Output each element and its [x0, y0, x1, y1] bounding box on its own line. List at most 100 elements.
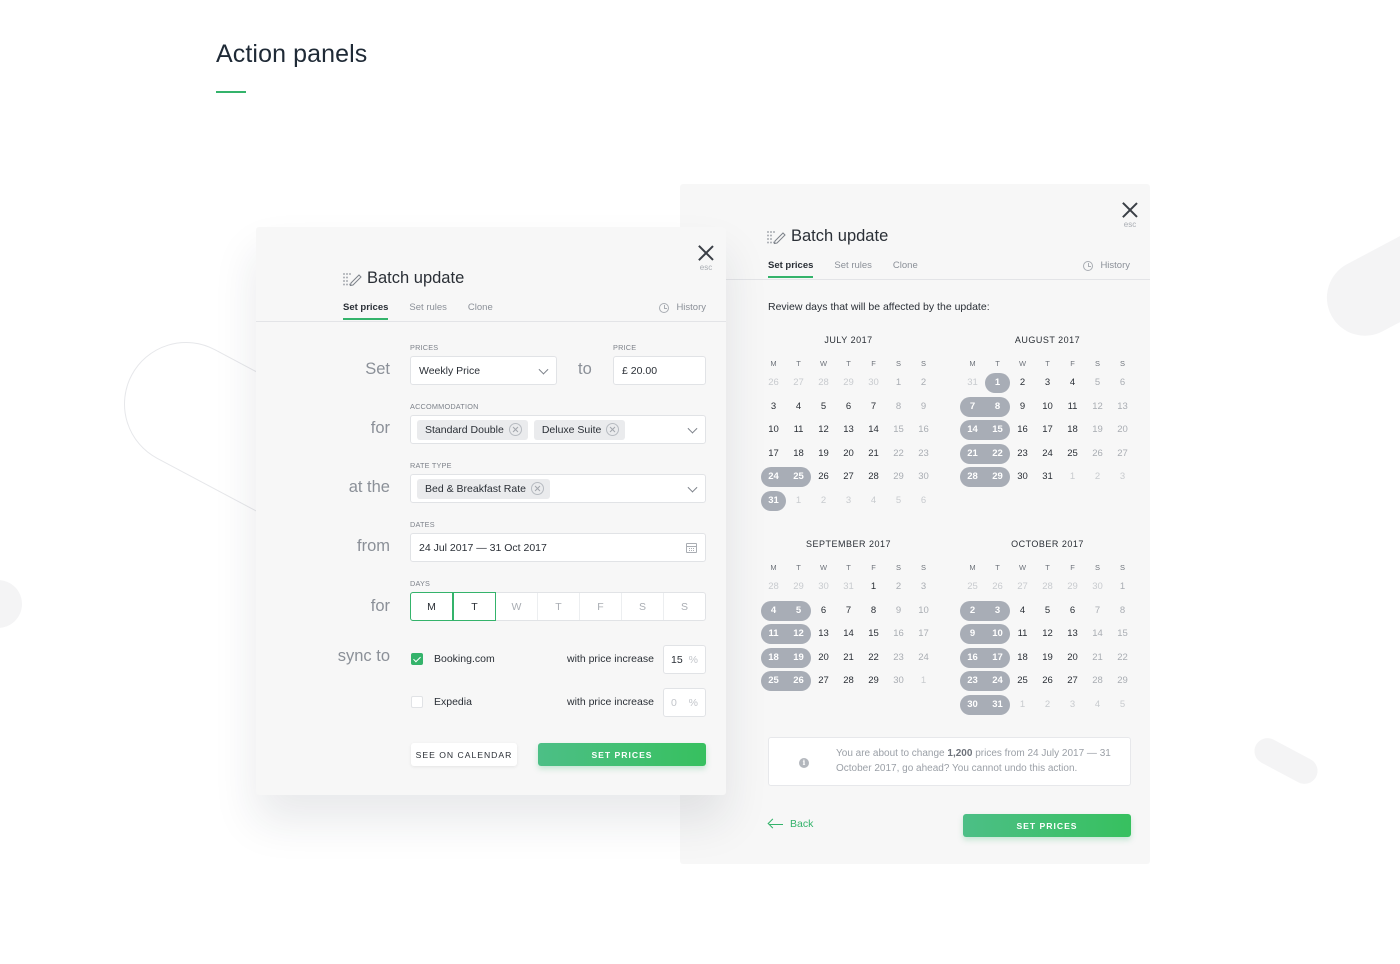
- remove-chip-icon[interactable]: [508, 423, 522, 436]
- calendar-day[interactable]: 26: [1085, 444, 1110, 464]
- calendar-day[interactable]: 3: [836, 491, 861, 511]
- calendar-day[interactable]: 11: [786, 420, 811, 440]
- calendar-day[interactable]: 15: [861, 624, 886, 644]
- day-toggle-sunday[interactable]: S: [664, 593, 705, 620]
- calendar-day[interactable]: 26: [761, 373, 786, 393]
- remove-chip-icon[interactable]: [606, 423, 620, 436]
- back-link[interactable]: Back: [768, 818, 813, 830]
- calendar-day[interactable]: 10: [911, 601, 936, 621]
- day-toggle-saturday[interactable]: S: [622, 593, 664, 620]
- calendar-day[interactable]: 13: [836, 420, 861, 440]
- calendar-day[interactable]: 5: [1085, 373, 1110, 393]
- calendar-day-selected[interactable]: 26: [786, 671, 811, 692]
- calendar-day-selected[interactable]: 2: [960, 600, 985, 621]
- calendar-day[interactable]: 6: [811, 601, 836, 621]
- calendar-day[interactable]: 23: [911, 444, 936, 464]
- set-prices-button[interactable]: SET PRICES: [538, 743, 706, 766]
- calendar-day[interactable]: 24: [1035, 444, 1060, 464]
- calendar-day[interactable]: 29: [1060, 577, 1085, 597]
- close-button[interactable]: esc: [1118, 202, 1142, 232]
- tab-set-rules[interactable]: Set rules: [834, 260, 872, 271]
- set-prices-button[interactable]: SET PRICES: [963, 814, 1131, 837]
- calendar-day[interactable]: 28: [836, 671, 861, 691]
- calendar-day[interactable]: 18: [1060, 420, 1085, 440]
- calendar-day[interactable]: 20: [1110, 420, 1135, 440]
- calendar-day[interactable]: 17: [1035, 420, 1060, 440]
- calendar-day[interactable]: 1: [1060, 467, 1085, 487]
- calendar-day-selected[interactable]: 1: [985, 373, 1010, 393]
- calendar-day-selected[interactable]: 3: [985, 600, 1010, 621]
- calendar-day-selected[interactable]: 31: [985, 695, 1010, 715]
- calendar-day[interactable]: 27: [836, 467, 861, 487]
- calendar-day[interactable]: 27: [1010, 577, 1035, 597]
- tab-set-prices[interactable]: Set prices: [343, 302, 389, 320]
- calendar-day[interactable]: 7: [861, 397, 886, 417]
- calendar-day[interactable]: 31: [960, 373, 985, 393]
- calendar-day[interactable]: 7: [836, 601, 861, 621]
- calendar-day[interactable]: 11: [1060, 397, 1085, 417]
- calendar-day[interactable]: 1: [1010, 695, 1035, 715]
- calendar-day[interactable]: 28: [1085, 671, 1110, 691]
- calendar-day[interactable]: 8: [886, 397, 911, 417]
- calendar-day[interactable]: 28: [761, 577, 786, 597]
- calendar-day[interactable]: 9: [1010, 397, 1035, 417]
- calendar-day[interactable]: 9: [911, 397, 936, 417]
- calendar-day[interactable]: 13: [1060, 624, 1085, 644]
- calendar-day-selected[interactable]: 14: [960, 420, 985, 441]
- calendar-day-selected[interactable]: 7: [960, 396, 985, 417]
- calendar-day[interactable]: 9: [886, 601, 911, 621]
- calendar-day-selected[interactable]: 31: [761, 491, 786, 511]
- calendar-day[interactable]: 13: [811, 624, 836, 644]
- accommodation-select[interactable]: Standard Double Deluxe Suite: [410, 415, 706, 444]
- expedia-checkbox[interactable]: [411, 696, 423, 708]
- day-toggle-thursday[interactable]: T: [538, 593, 580, 620]
- calendar-day[interactable]: 12: [1035, 624, 1060, 644]
- day-toggle-tuesday[interactable]: T: [453, 592, 496, 621]
- calendar-day[interactable]: 2: [886, 577, 911, 597]
- booking-increase-input[interactable]: 15 %: [663, 645, 706, 674]
- price-input[interactable]: £ 20.00: [613, 356, 706, 385]
- calendar-day[interactable]: 22: [886, 444, 911, 464]
- calendar-day[interactable]: 28: [861, 467, 886, 487]
- calendar-day[interactable]: 30: [1010, 467, 1035, 487]
- calendar-day[interactable]: 31: [836, 577, 861, 597]
- calendar-day[interactable]: 25: [1060, 444, 1085, 464]
- calendar-day-selected[interactable]: 23: [960, 671, 985, 692]
- calendar-day[interactable]: 12: [1085, 397, 1110, 417]
- calendar-day[interactable]: 15: [886, 420, 911, 440]
- calendar-day[interactable]: 6: [836, 397, 861, 417]
- calendar-day-selected[interactable]: 8: [985, 396, 1010, 417]
- calendar-day[interactable]: 17: [911, 624, 936, 644]
- calendar-day-selected[interactable]: 9: [960, 624, 985, 645]
- tab-clone[interactable]: Clone: [468, 302, 493, 313]
- calendar-day-selected[interactable]: 30: [960, 695, 985, 715]
- day-toggle-friday[interactable]: F: [580, 593, 622, 620]
- calendar-day[interactable]: 23: [886, 648, 911, 668]
- calendar-day[interactable]: 16: [1010, 420, 1035, 440]
- calendar-day[interactable]: 5: [1110, 695, 1135, 715]
- calendar-day[interactable]: 20: [836, 444, 861, 464]
- calendar-day[interactable]: 4: [1010, 601, 1035, 621]
- calendar-day[interactable]: 6: [911, 491, 936, 511]
- calendar-day[interactable]: 15: [1110, 624, 1135, 644]
- calendar-day-selected[interactable]: 19: [786, 647, 811, 668]
- calendar-day-selected[interactable]: 15: [985, 420, 1010, 441]
- calendar-day[interactable]: 27: [811, 671, 836, 691]
- calendar-day[interactable]: 25: [1010, 671, 1035, 691]
- calendar-day[interactable]: 28: [811, 373, 836, 393]
- calendar-day[interactable]: 1: [1110, 577, 1135, 597]
- calendar-day[interactable]: 2: [1035, 695, 1060, 715]
- calendar-icon[interactable]: [686, 543, 697, 553]
- calendar-day[interactable]: 29: [886, 467, 911, 487]
- calendar-day[interactable]: 21: [861, 444, 886, 464]
- calendar-day[interactable]: 1: [861, 577, 886, 597]
- calendar-day[interactable]: 11: [1010, 624, 1035, 644]
- calendar-day[interactable]: 4: [861, 491, 886, 511]
- calendar-day-selected[interactable]: 11: [761, 624, 786, 645]
- calendar-day[interactable]: 29: [861, 671, 886, 691]
- calendar-day[interactable]: 19: [1035, 648, 1060, 668]
- calendar-day-selected[interactable]: 28: [960, 467, 985, 488]
- calendar-day[interactable]: 3: [1110, 467, 1135, 487]
- tab-set-rules[interactable]: Set rules: [409, 302, 447, 313]
- calendar-day-selected[interactable]: 18: [761, 647, 786, 668]
